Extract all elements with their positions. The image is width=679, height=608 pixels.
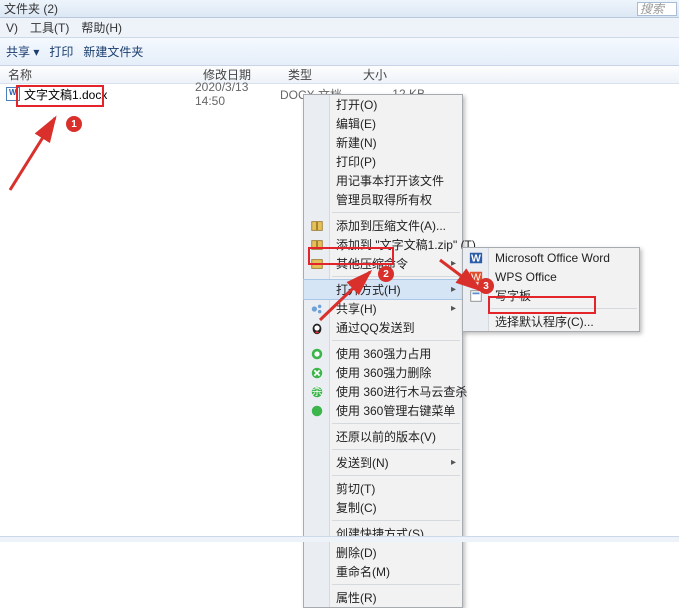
toolbar: 共享 ▾ 打印 新建文件夹 [0,38,679,66]
toolbar-newfolder[interactable]: 新建文件夹 [83,43,143,60]
ctx-share[interactable]: 共享(H) [304,299,462,318]
ctx-new[interactable]: 新建(N) [304,133,462,152]
archive-icon [309,256,325,272]
sub-word[interactable]: WMicrosoft Office Word [463,248,639,267]
context-menu: 打开(O) 编辑(E) 新建(N) 打印(P) 用记事本打开该文件 管理员取得所… [303,94,463,608]
ctx-add-archive[interactable]: 添加到压缩文件(A)... [304,216,462,235]
status-bar [0,536,679,542]
menubar: V) 工具(T) 帮助(H) [0,18,679,38]
search-input[interactable]: 搜索 [637,2,677,16]
ctx-admin[interactable]: 管理员取得所有权 [304,190,462,209]
docx-icon [6,87,20,101]
col-type[interactable]: 类型 [280,66,355,83]
sub-choose-default[interactable]: 选择默认程序(C)... [463,312,639,331]
ctx-qq-send[interactable]: 通过QQ发送到 [304,318,462,337]
ctx-send-to[interactable]: 发送到(N) [304,453,462,472]
360-icon [309,365,325,381]
menu-help[interactable]: 帮助(H) [77,17,126,38]
qq-icon [309,320,325,336]
toolbar-print[interactable]: 打印 [49,43,73,60]
col-size[interactable]: 大小 [355,66,435,83]
ctx-360-occupy[interactable]: 使用 360强力占用 [304,344,462,363]
menu-tools[interactable]: 工具(T) [26,17,73,38]
ctx-open-with[interactable]: 打开方式(H) [304,280,462,299]
archive-icon [309,218,325,234]
ctx-360-delete[interactable]: 使用 360强力删除 [304,363,462,382]
ctx-rename[interactable]: 重命名(M) [304,562,462,581]
file-date: 2020/3/13 14:50 [195,80,280,108]
word-icon: W [468,250,484,266]
step-badge-2: 2 [378,266,394,282]
step-badge-1: 1 [66,116,82,132]
ctx-delete[interactable]: 删除(D) [304,543,462,562]
window-title: 文件夹 (2) [4,0,58,17]
ctx-properties[interactable]: 属性(R) [304,588,462,607]
360-icon [309,346,325,362]
ctx-edit[interactable]: 编辑(E) [304,114,462,133]
toolbar-share[interactable]: 共享 ▾ [6,43,39,60]
ctx-360-menu[interactable]: 使用 360管理右键菜单 [304,401,462,420]
ctx-open[interactable]: 打开(O) [304,95,462,114]
svg-text:杀: 杀 [312,385,323,398]
360-icon [309,403,325,419]
file-name: 文字文稿1.docx [24,86,107,103]
menu-view[interactable]: V) [2,19,22,37]
ctx-360-cloud[interactable]: 杀使用 360进行木马云查杀 [304,382,462,401]
360-icon: 杀 [309,384,325,400]
ctx-print[interactable]: 打印(P) [304,152,462,171]
svg-text:W: W [471,252,481,264]
ctx-copy[interactable]: 复制(C) [304,498,462,517]
ctx-restore[interactable]: 还原以前的版本(V) [304,427,462,446]
column-headers: 名称 修改日期 类型 大小 [0,66,679,84]
archive-icon [309,237,325,253]
ctx-notepad[interactable]: 用记事本打开该文件 [304,171,462,190]
step-badge-3: 3 [478,278,494,294]
ctx-add-zip[interactable]: 添加到 "文字文稿1.zip" (T) [304,235,462,254]
share-icon [309,301,325,317]
col-name[interactable]: 名称 [0,66,195,83]
ctx-cut[interactable]: 剪切(T) [304,479,462,498]
search-placeholder: 搜索 [640,2,664,16]
